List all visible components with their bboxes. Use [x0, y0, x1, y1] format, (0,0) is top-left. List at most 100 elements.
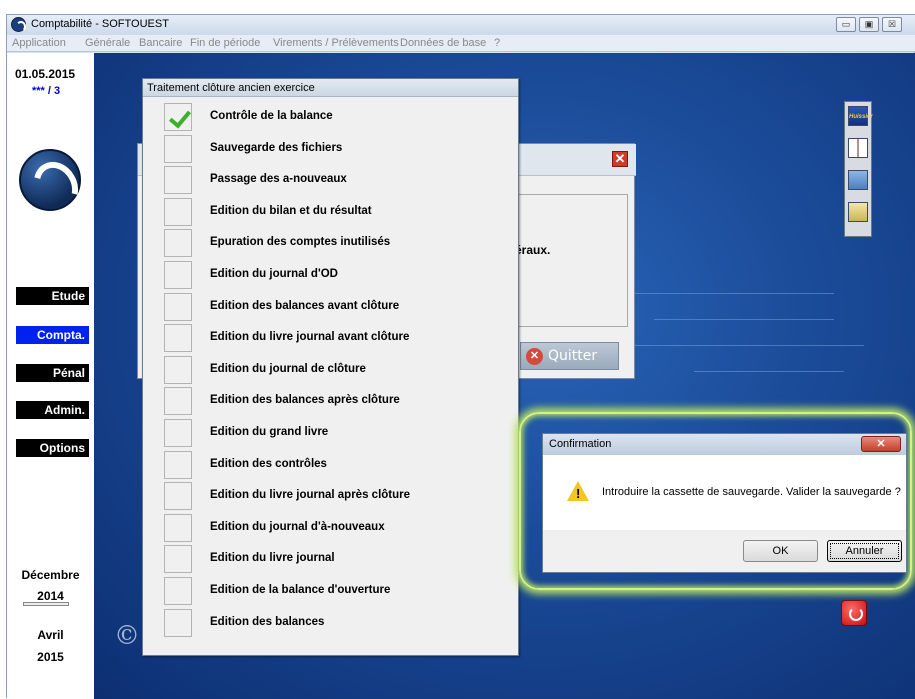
step-label: Edition des balances avant clôture	[210, 299, 400, 312]
step-label: Edition de la balance d'ouverture	[210, 584, 391, 596]
step-checkbox-checked	[164, 103, 192, 131]
step-label: Edition du journal d'OD	[210, 268, 338, 280]
title-bar[interactable]: Comptabilité - SOFTOUEST ▭ ▣ ☒	[7, 15, 915, 35]
closing-step[interactable]: Edition du journal de clôture	[164, 355, 504, 386]
step-checkbox	[164, 577, 192, 605]
minimize-button[interactable]: ▭	[836, 17, 856, 32]
confirmation-close-button[interactable]: ✕	[861, 436, 901, 452]
closing-step[interactable]: Edition du grand livre	[164, 419, 504, 449]
step-label: Passage des a-nouveaux	[210, 173, 347, 186]
step-label: Contrôle de la balance	[210, 110, 333, 122]
sidebar-button-options[interactable]: Options	[16, 439, 89, 457]
step-checkbox	[164, 513, 192, 542]
background-dialog-panel	[513, 194, 628, 327]
step-label: Edition du livre journal	[210, 552, 335, 565]
confirmation-message: Introduire la cassette de sauvegarde. Va…	[602, 486, 901, 498]
step-checkbox	[164, 292, 192, 321]
menu-donnees-de-base[interactable]: Données de base	[400, 37, 486, 49]
calculator-icon[interactable]	[848, 170, 868, 190]
power-button[interactable]	[841, 600, 867, 626]
step-label: Sauvegarde des fichiers	[210, 141, 343, 154]
confirmation-dialog: Confirmation ✕ ! Introduire la cassette …	[542, 433, 907, 573]
sidebar-button-compta[interactable]: Compta.	[16, 326, 89, 344]
step-label: Edition des balances après clôture	[210, 394, 400, 407]
period-end-month: Avril	[37, 628, 64, 642]
step-label: Edition des balances	[210, 615, 325, 628]
closing-step[interactable]: Epuration des comptes inutilisés	[164, 229, 504, 259]
step-checkbox	[164, 387, 192, 416]
sidebar: 01.05.2015 *** / 3 Etude Compta. Pénal A…	[7, 53, 94, 699]
step-label: Edition du journal d'à-nouveaux	[210, 520, 385, 533]
closing-steps-panel: Traitement clôture ancien exercice Contr…	[142, 78, 519, 656]
window-title: Comptabilité - SOFTOUEST	[31, 18, 169, 30]
closing-step[interactable]: Edition du bilan et du résultat	[164, 197, 504, 228]
background-streak	[654, 319, 834, 320]
closing-step[interactable]: Edition du livre journal avant clôture	[164, 324, 504, 354]
menu-bancaire[interactable]: Bancaire	[139, 37, 182, 49]
ok-button[interactable]: OK	[743, 540, 818, 562]
closing-step[interactable]: Edition du journal d'à-nouveaux	[164, 513, 504, 544]
background-dialog-text: éraux.	[515, 243, 551, 257]
step-checkbox	[164, 197, 192, 226]
step-label: Edition du grand livre	[210, 426, 329, 438]
softouest-logo	[19, 149, 81, 211]
sidebar-button-admin[interactable]: Admin.	[16, 401, 89, 419]
closing-step[interactable]: Edition du livre journal	[164, 545, 504, 575]
closing-step[interactable]: Contrôle de la balance	[164, 103, 504, 133]
application-window: Comptabilité - SOFTOUEST ▭ ▣ ☒ Applicati…	[6, 14, 915, 699]
background-streak	[624, 345, 864, 346]
close-circle-icon: ✕	[526, 348, 543, 365]
step-checkbox	[164, 450, 192, 479]
sidebar-button-penal[interactable]: Pénal	[16, 364, 89, 382]
period-end-year: 2015	[37, 650, 64, 664]
softouest-app-icon	[11, 17, 26, 32]
step-checkbox	[164, 608, 192, 637]
quit-button[interactable]: ✕ Quitter	[520, 342, 619, 370]
close-window-button[interactable]: ☒	[882, 17, 902, 32]
step-label: Edition du livre journal après clôture	[210, 489, 411, 502]
warning-mark: !	[576, 486, 581, 501]
period-start-month: Décembre	[21, 568, 80, 582]
background-streak	[694, 371, 844, 372]
confirmation-title: Confirmation	[549, 438, 612, 450]
confirmation-body: ! Introduire la cassette de sauvegarde. …	[543, 455, 906, 530]
closing-step[interactable]: Edition de la balance d'ouverture	[164, 577, 504, 607]
closing-step[interactable]: Edition des balances avant clôture	[164, 292, 504, 323]
closing-step[interactable]: Edition des balances après clôture	[164, 387, 504, 417]
toolbox: Huissier	[844, 101, 873, 237]
step-label: Edition du bilan et du résultat	[210, 204, 372, 217]
background-streak	[614, 293, 834, 294]
printer-icon[interactable]	[848, 202, 868, 222]
period-start-year: 2014	[37, 589, 64, 603]
closing-step[interactable]: Edition du journal d'OD	[164, 261, 504, 291]
step-checkbox	[164, 355, 192, 384]
closing-step[interactable]: Sauvegarde des fichiers	[164, 134, 504, 165]
cancel-button[interactable]: Annuler	[827, 540, 902, 562]
menu-generale[interactable]: Générale	[85, 37, 130, 49]
closing-step[interactable]: Edition des balances	[164, 608, 504, 639]
step-label: Edition du livre journal avant clôture	[210, 331, 410, 344]
step-checkbox	[164, 419, 192, 447]
sidebar-button-etude[interactable]: Etude	[16, 287, 89, 305]
step-checkbox	[164, 166, 192, 195]
menu-virements-prelevements[interactable]: Virements / Prélèvements	[273, 37, 399, 49]
confirmation-title-bar[interactable]: Confirmation ✕	[543, 434, 906, 455]
closing-step[interactable]: Passage des a-nouveaux	[164, 166, 504, 196]
menu-help[interactable]: ?	[494, 37, 500, 49]
maximize-button[interactable]: ▣	[859, 17, 879, 32]
menu-application[interactable]: Application	[12, 37, 66, 49]
step-checkbox	[164, 261, 192, 289]
closing-step[interactable]: Edition des contrôles	[164, 450, 504, 481]
step-checkbox	[164, 324, 192, 353]
closing-panel-title: Traitement clôture ancien exercice	[143, 79, 518, 97]
step-label: Edition du journal de clôture	[210, 362, 366, 375]
menu-bar: Application Générale Bancaire Fin de pér…	[7, 35, 915, 52]
step-checkbox	[164, 229, 192, 258]
closing-step[interactable]: Edition du livre journal après clôture	[164, 482, 504, 512]
huissier-icon[interactable]: Huissier	[848, 106, 873, 126]
background-dialog-close-button[interactable]: ✕	[612, 151, 628, 167]
step-label: Edition des contrôles	[210, 457, 327, 470]
step-checkbox	[164, 482, 192, 511]
book-icon[interactable]	[848, 138, 868, 158]
menu-fin-de-periode[interactable]: Fin de période	[190, 37, 260, 49]
